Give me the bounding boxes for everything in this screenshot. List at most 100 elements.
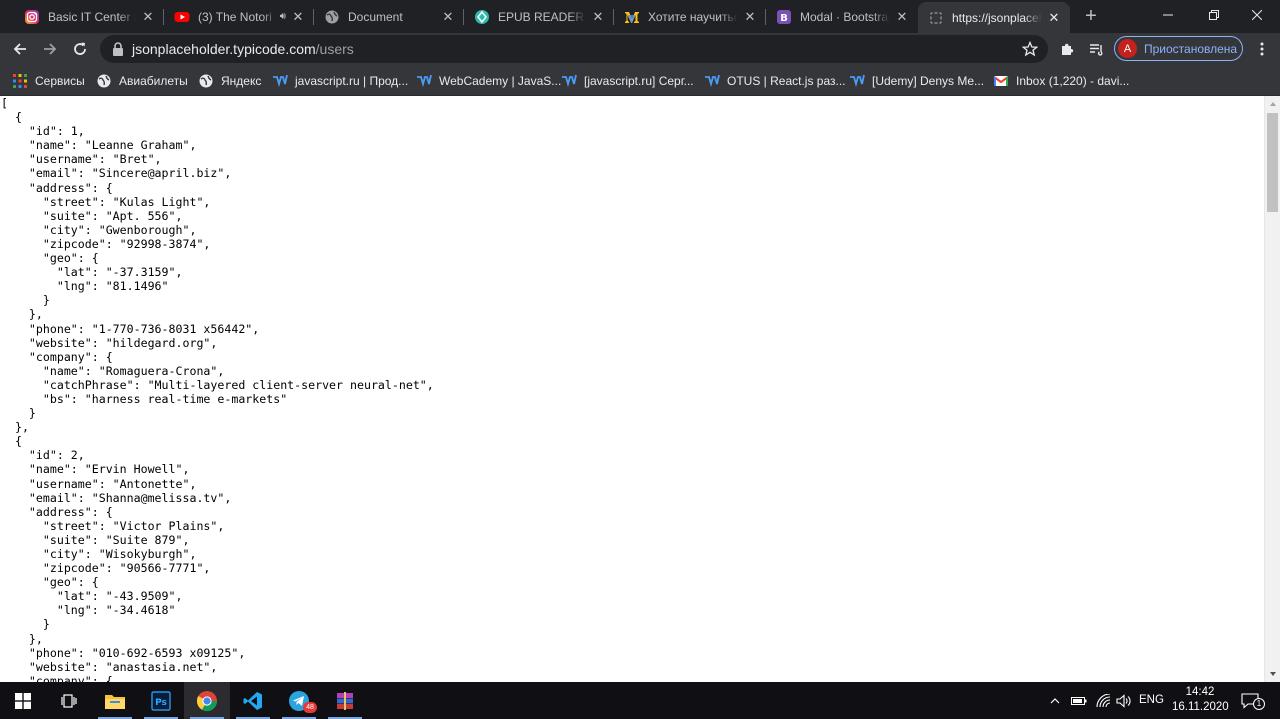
- reload-button[interactable]: [66, 35, 94, 63]
- restore-button[interactable]: [1191, 0, 1237, 30]
- profile-button[interactable]: А Приостановлена: [1114, 36, 1243, 61]
- epub-icon: [474, 9, 490, 25]
- tab-close-icon[interactable]: ✕: [894, 9, 910, 25]
- minimize-button[interactable]: [1145, 0, 1191, 30]
- bookmark-label: javascript.ru | Прод...: [295, 74, 409, 88]
- input-language-indicator[interactable]: ENG: [1139, 682, 1164, 719]
- bookmark-label: [Udemy] Denys Me...: [872, 74, 985, 88]
- json-line: "city": "Gwenborough",: [42, 222, 197, 237]
- tab-title: Modal · Bootstrap: [800, 9, 890, 24]
- tab-close-icon[interactable]: ✕: [1046, 10, 1062, 26]
- bookmark-javascript-ru[interactable]: javascript.ru | Прод...: [272, 71, 408, 91]
- close-icon: [1252, 10, 1262, 20]
- bookmark-label: Яндекс: [221, 74, 262, 88]
- globe-icon: [324, 9, 340, 25]
- bookmark-gmail-inbox[interactable]: Inbox (1,220) - davi...: [993, 71, 1129, 91]
- bookmark-webcademy[interactable]: WebCademy | JavaS...: [416, 71, 561, 91]
- lock-icon[interactable]: [112, 42, 124, 56]
- tab-title: Хотите научиться: [648, 9, 738, 24]
- browser-toolbar: jsonplaceholder.typicode.com/users А При…: [0, 33, 1280, 65]
- network-button[interactable]: [1094, 682, 1114, 719]
- task-view-button[interactable]: [46, 682, 92, 719]
- windows-taskbar: Ps 48 ENG 14:42 16.11.2020 1: [0, 682, 1280, 719]
- speaker-icon[interactable]: 🔊︎: [280, 11, 286, 22]
- bookmark-javascript-ru-serg[interactable]: [javascript.ru] Серг...: [561, 71, 694, 91]
- notification-count-badge: 1: [1253, 698, 1265, 710]
- notifications-button[interactable]: 1: [1236, 682, 1265, 719]
- json-line: "email": "Shanna@melissa.tv",: [28, 490, 232, 505]
- chrome-button[interactable]: [184, 682, 230, 719]
- bookmark-label: WebCademy | JavaS...: [439, 74, 562, 88]
- globe-icon: [198, 73, 214, 89]
- extensions-button[interactable]: [1054, 35, 1082, 63]
- unread-badge: 48: [303, 702, 317, 713]
- start-button[interactable]: [0, 682, 46, 719]
- file-explorer-icon: [105, 694, 125, 709]
- tab-youtube[interactable]: (3) The Notori 🔊︎ ✕: [164, 0, 314, 33]
- bookmark-aviabilety[interactable]: Авиабилеты: [96, 71, 188, 91]
- webcademy-icon: [416, 73, 432, 89]
- bookmarks-bar: Сервисы Авиабилеты Яндекс javascript.ru …: [0, 65, 1280, 96]
- bookmark-label: Inbox (1,220) - davi...: [1016, 74, 1130, 88]
- file-explorer-button[interactable]: [92, 682, 138, 719]
- bookmark-otus[interactable]: OTUS | React.js раз...: [704, 71, 846, 91]
- url-path: /users: [315, 41, 354, 57]
- volume-button[interactable]: [1114, 682, 1134, 719]
- json-line: "address": {: [28, 504, 113, 519]
- tab-epub-reader[interactable]: EPUB READER ✕: [464, 0, 614, 33]
- json-line: "address": {: [28, 180, 113, 195]
- youtube-icon: [174, 9, 190, 25]
- webcademy-icon: [272, 73, 288, 89]
- battery-button[interactable]: [1069, 682, 1089, 719]
- tab-basic-it-center[interactable]: Basic IT Center (@ ✕: [14, 0, 164, 33]
- tab-close-icon[interactable]: ✕: [590, 9, 606, 25]
- show-hidden-icons-button[interactable]: [1047, 682, 1063, 719]
- json-line: "username": "Antonette",: [28, 476, 197, 491]
- json-line: "name": "Ervin Howell",: [28, 462, 190, 477]
- menu-button[interactable]: [1248, 35, 1276, 63]
- tab-close-icon[interactable]: ✕: [290, 9, 306, 25]
- address-bar[interactable]: jsonplaceholder.typicode.com/users: [100, 35, 1048, 63]
- tab-medium[interactable]: Хотите научиться ✕: [614, 0, 766, 33]
- vscode-icon: [243, 691, 262, 710]
- medium-icon: [624, 9, 640, 25]
- scroll-down-arrow-icon[interactable]: [1265, 666, 1280, 682]
- json-line: "street": "Victor Plains",: [42, 518, 225, 533]
- tab-close-icon[interactable]: ✕: [440, 9, 456, 25]
- telegram-button[interactable]: 48: [276, 682, 322, 719]
- forward-button[interactable]: [36, 35, 64, 63]
- kebab-menu-icon: [1260, 42, 1264, 56]
- tab-bootstrap-modal[interactable]: B Modal · Bootstrap ✕: [766, 0, 918, 33]
- reading-list-button[interactable]: [1082, 35, 1110, 63]
- json-line: "lng": "81.1496": [56, 279, 169, 294]
- tab-title: EPUB READER: [498, 9, 585, 24]
- clock-date: 16.11.2020: [1172, 701, 1229, 713]
- webcademy-icon: [561, 73, 577, 89]
- scrollbar-thumb[interactable]: [1267, 113, 1278, 212]
- bookmark-yandex[interactable]: Яндекс: [198, 71, 261, 91]
- tab-close-icon[interactable]: ✕: [742, 9, 758, 25]
- json-line: "suite": "Suite 879",: [42, 532, 190, 547]
- json-line: "name": "Leanne Graham",: [28, 138, 197, 153]
- scroll-up-arrow-icon[interactable]: [1265, 96, 1280, 112]
- vscode-button[interactable]: [230, 682, 276, 719]
- new-tab-button[interactable]: +: [1080, 5, 1102, 27]
- tab-document[interactable]: Document ✕: [314, 0, 464, 33]
- photoshop-icon: Ps: [151, 690, 171, 711]
- bookmark-udemy[interactable]: [Udemy] Denys Me...: [849, 71, 984, 91]
- json-line: "lng": "-34.4618": [56, 603, 176, 618]
- json-line: "street": "Kulas Light",: [42, 194, 211, 209]
- globe-icon: [96, 73, 112, 89]
- photoshop-button[interactable]: Ps: [138, 682, 184, 719]
- back-button[interactable]: [6, 35, 34, 63]
- close-window-button[interactable]: [1234, 0, 1280, 30]
- system-clock[interactable]: 14:42 16.11.2020: [1172, 685, 1229, 715]
- tab-title: https://jsonplaceh: [952, 10, 1042, 25]
- vertical-scrollbar[interactable]: [1264, 96, 1280, 682]
- tab-jsonplaceholder-active[interactable]: https://jsonplaceh ✕: [918, 2, 1070, 33]
- bookmark-services[interactable]: Сервисы: [12, 71, 85, 91]
- tab-close-icon[interactable]: ✕: [140, 9, 156, 25]
- bookmark-star-icon[interactable]: [1022, 41, 1038, 57]
- json-response-text: [ { "id": 1, "name": "Leanne Graham", "u…: [0, 96, 434, 682]
- winrar-button[interactable]: [322, 682, 368, 719]
